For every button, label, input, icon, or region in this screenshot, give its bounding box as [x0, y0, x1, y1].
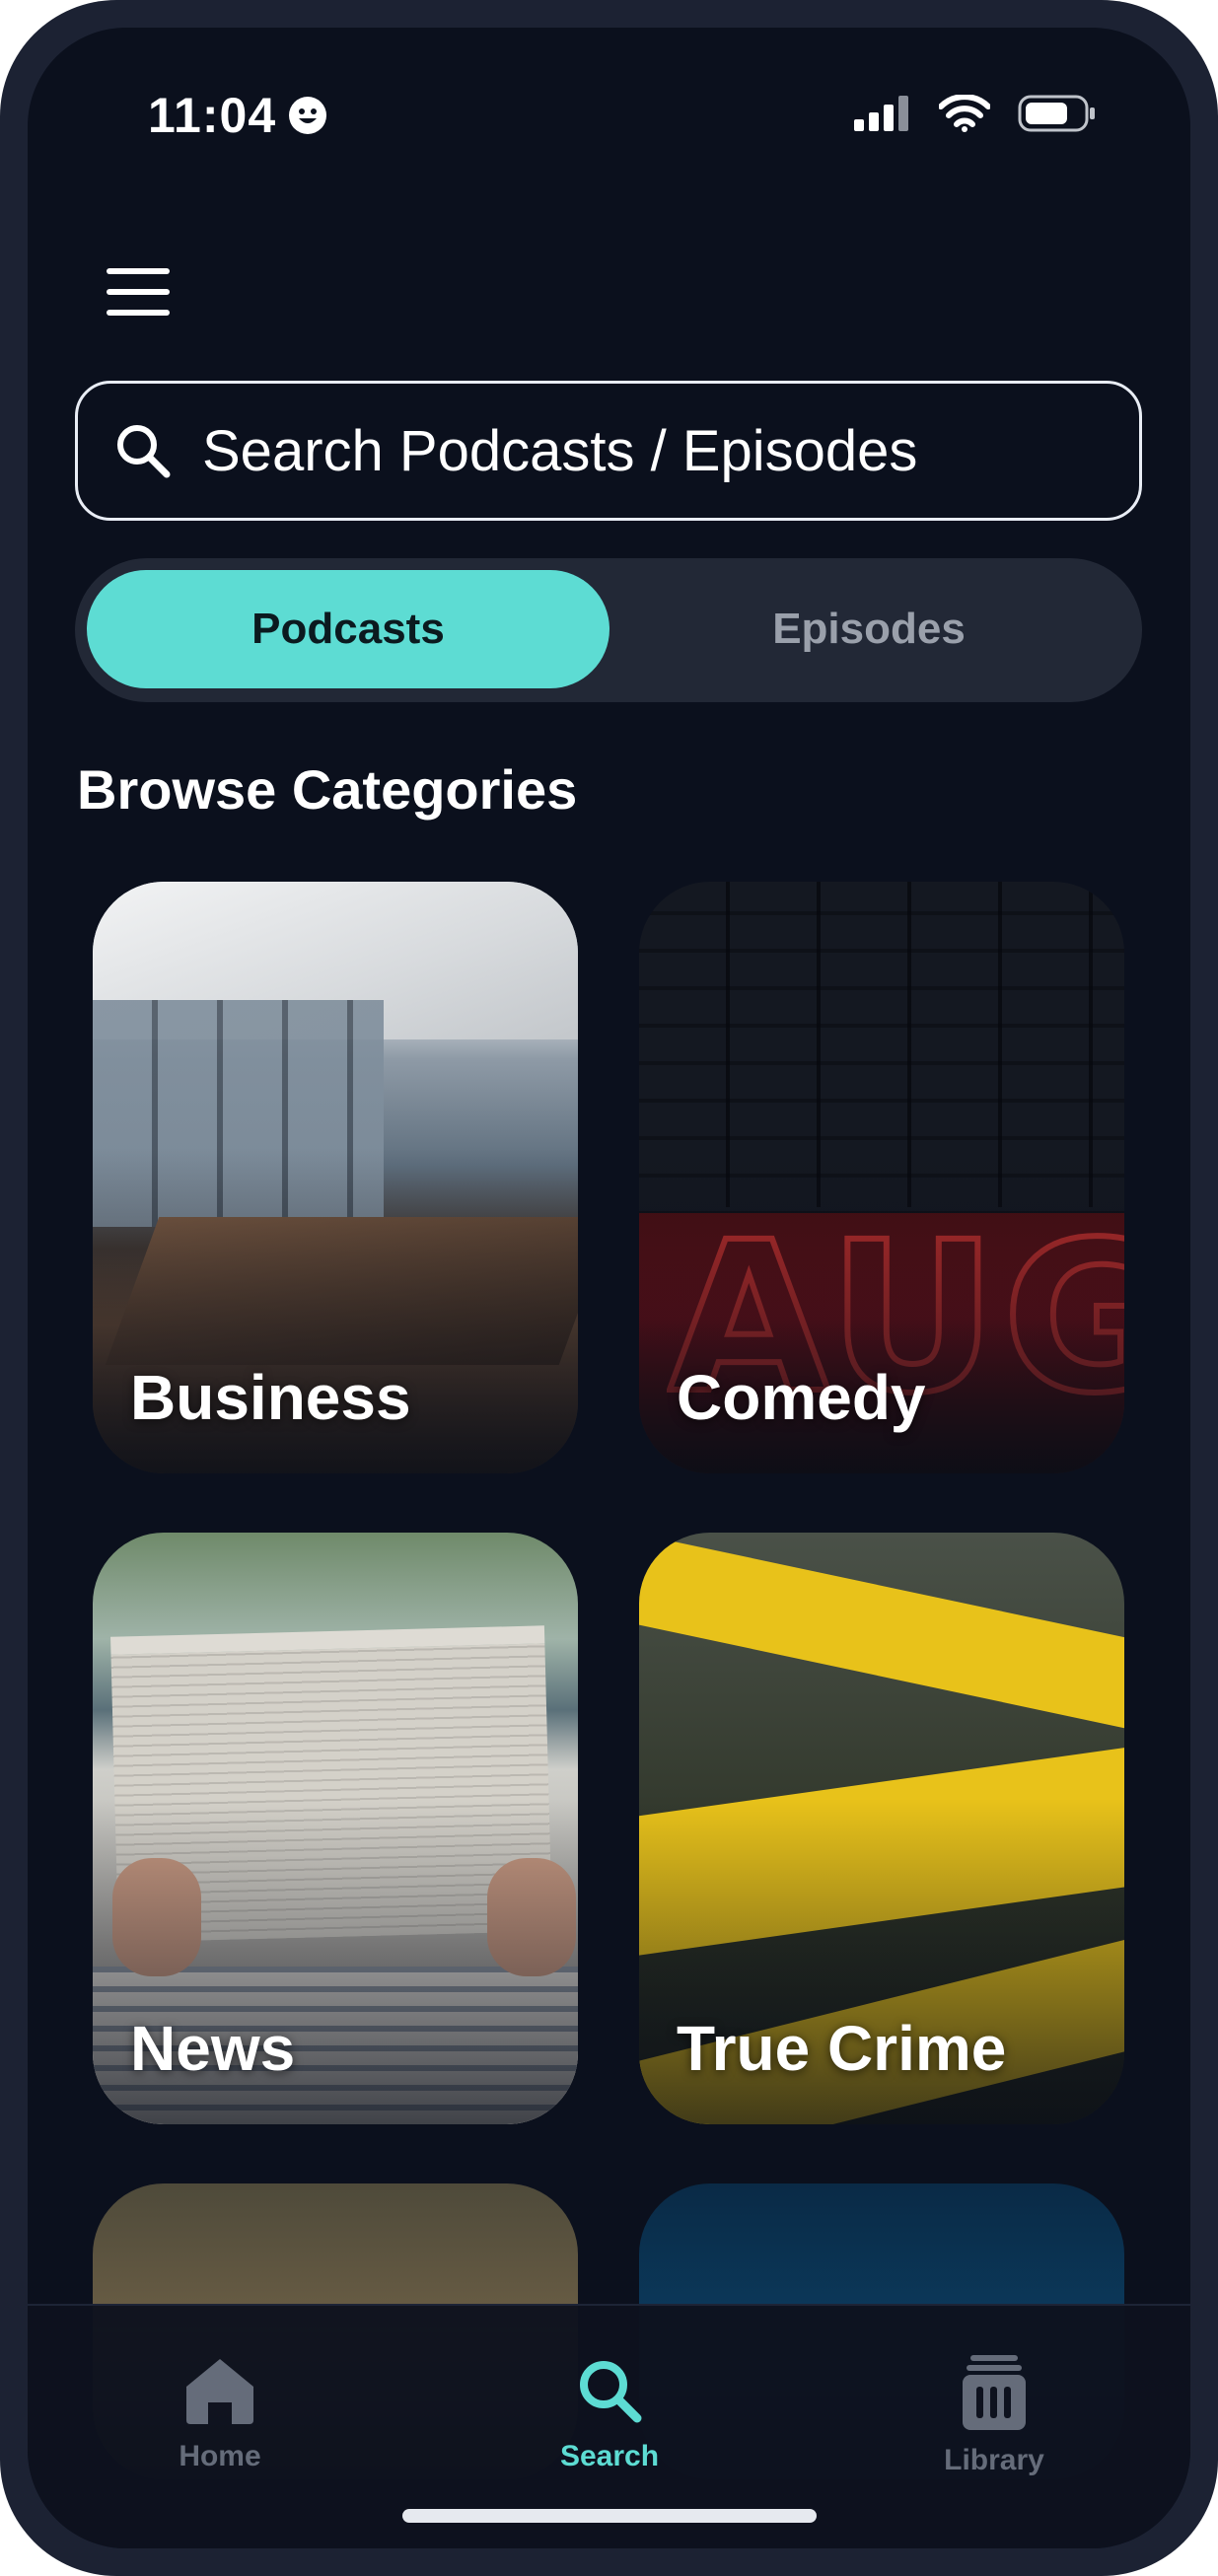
search-input[interactable] — [202, 417, 1139, 484]
home-indicator[interactable] — [402, 2509, 817, 2523]
smiley-face-icon — [289, 97, 327, 134]
tab-label: Home — [179, 2440, 261, 2472]
search-icon — [117, 425, 171, 478]
segment-episodes[interactable]: Episodes — [608, 570, 1130, 688]
hamburger-menu-icon — [107, 268, 170, 316]
tab-library[interactable]: Library — [896, 2355, 1093, 2477]
device-frame: 11:04 Search Podcasts / Episodes Podcast… — [0, 0, 1218, 2576]
library-icon — [963, 2355, 1026, 2430]
category-tile-business[interactable]: Business — [93, 882, 578, 1473]
search-icon — [580, 2361, 642, 2423]
menu-button[interactable] — [107, 264, 170, 323]
category-tile-news[interactable]: News — [93, 1533, 578, 2124]
status-icons — [854, 95, 1097, 132]
segment-podcasts[interactable]: Podcasts — [87, 570, 609, 688]
tab-home[interactable]: Home — [121, 2355, 319, 2473]
tab-label: Library — [944, 2444, 1044, 2476]
home-icon — [186, 2359, 253, 2424]
search-bar[interactable] — [75, 381, 1142, 521]
cellular-signal-icon — [854, 96, 908, 131]
wifi-icon — [939, 95, 990, 132]
tab-label: Search — [559, 2440, 660, 2472]
category-label: Business — [130, 1362, 411, 1433]
category-tile-comedy[interactable]: AUG Comedy — [639, 882, 1124, 1473]
app-screen: 11:04 Search Podcasts / Episodes Podcast… — [28, 28, 1190, 2548]
battery-icon — [1018, 95, 1095, 132]
status-time: 11:04 — [148, 87, 327, 144]
category-label: True Crime — [677, 2013, 1007, 2084]
segmented-control: Podcasts Episodes — [75, 558, 1142, 702]
status-time-text: 11:04 — [148, 88, 277, 143]
tab-search[interactable]: Search — [511, 2355, 708, 2473]
section-title: Browse Categories — [77, 758, 578, 821]
tile-image — [639, 1533, 1124, 1744]
category-label: Comedy — [677, 1362, 926, 1433]
category-tile-true-crime[interactable]: True Crime — [639, 1533, 1124, 2124]
category-label: News — [130, 2013, 296, 2084]
